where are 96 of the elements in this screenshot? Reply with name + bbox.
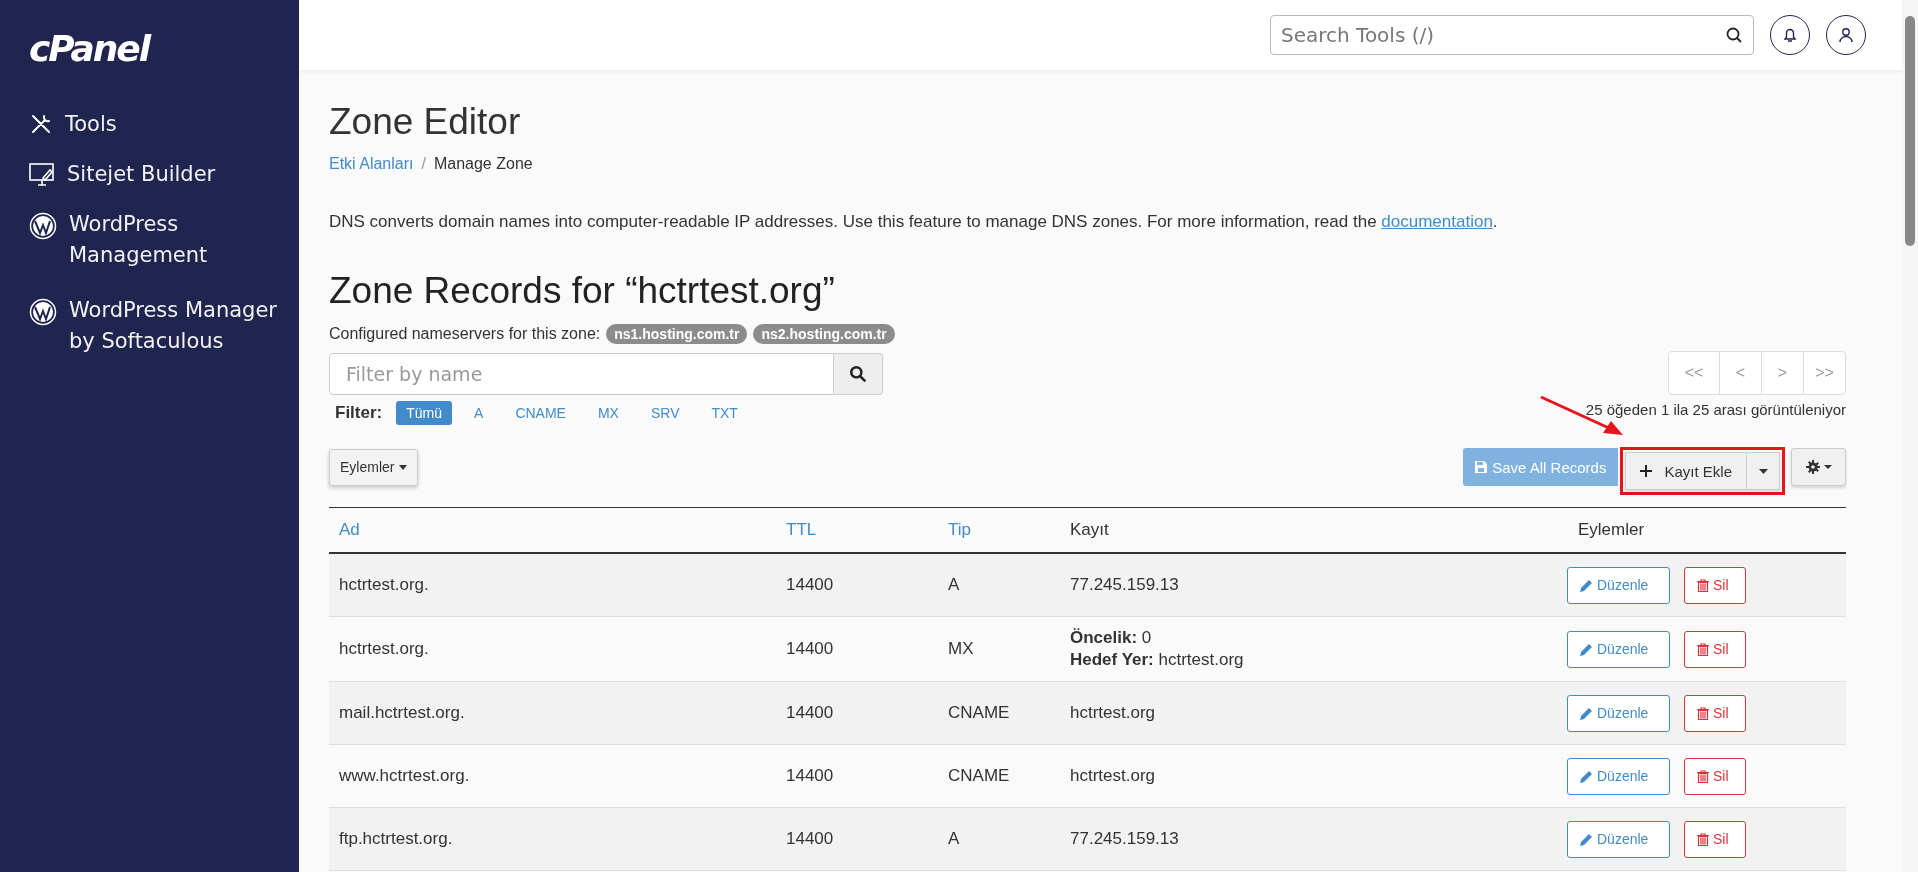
edit-button[interactable]: Düzenle: [1567, 757, 1670, 795]
delete-button[interactable]: Sil: [1684, 820, 1746, 858]
table-cell: hctrtest.org.: [339, 639, 429, 658]
floppy-icon: [1475, 461, 1488, 473]
item-count: 25 öğeden 1 ila 25 arası görüntüleniyor: [1585, 400, 1846, 418]
trash-icon: [1697, 642, 1709, 656]
filter-tab[interactable]: Tümü: [396, 401, 453, 425]
column-header: Kayıt: [1070, 520, 1109, 539]
wordpress-icon: [29, 212, 57, 240]
edit-button[interactable]: Düzenle: [1567, 694, 1670, 732]
nameservers-label: Configured nameservers for this zone:: [329, 325, 601, 343]
breadcrumb-current: Manage Zone: [433, 154, 533, 174]
filter-tab[interactable]: CNAME: [505, 401, 576, 425]
edit-button[interactable]: Düzenle: [1567, 820, 1670, 858]
filter-tab[interactable]: MX: [587, 401, 629, 425]
add-record-button[interactable]: Kayıt Ekle: [1625, 452, 1747, 490]
table-cell: 14400: [786, 703, 834, 722]
record-line: 77.245.159.13: [1070, 828, 1180, 850]
table-cell: mail.hctrtest.org.: [339, 703, 465, 722]
record-line: hctrtest.org: [1070, 765, 1157, 787]
page-button[interactable]: <<: [1669, 352, 1719, 394]
search-icon: [1726, 27, 1742, 43]
filter-tab[interactable]: A: [464, 401, 494, 425]
documentation-link[interactable]: documentation: [1381, 212, 1493, 231]
page-title: Zone Editor: [329, 100, 522, 144]
trash-icon: [1697, 706, 1709, 720]
edit-button[interactable]: Düzenle: [1567, 566, 1670, 604]
delete-button[interactable]: Sil: [1684, 694, 1746, 732]
page-button[interactable]: >: [1761, 352, 1803, 394]
table-cell: A: [948, 829, 960, 848]
pencil-icon: [1580, 578, 1593, 592]
actions-dropdown[interactable]: Eylemler: [329, 448, 419, 486]
scrollbar[interactable]: [1902, 0, 1918, 872]
record-line: Öncelik: 0: [1070, 627, 1153, 649]
table-cell: www.hctrtest.org.: [339, 766, 470, 785]
delete-button[interactable]: Sil: [1684, 630, 1746, 668]
pencil-icon: [1580, 769, 1593, 783]
user-icon: [1838, 27, 1854, 43]
sidebar-item[interactable]: Sitejet Builder: [29, 159, 299, 190]
search-icon: [849, 365, 867, 383]
table-cell: ftp.hctrtest.org.: [339, 829, 453, 848]
nameserver-badge: ns2.hosting.com.tr: [753, 324, 895, 344]
column-header[interactable]: TTL: [786, 520, 817, 539]
record-line: 77.245.159.13: [1070, 574, 1180, 596]
breadcrumb-separator: /: [421, 154, 426, 174]
filter-tab[interactable]: SRV: [640, 401, 690, 425]
table-cell: 14400: [786, 829, 834, 848]
edit-button[interactable]: Düzenle: [1567, 630, 1670, 668]
user-button[interactable]: [1826, 15, 1866, 55]
pencil-icon: [1580, 706, 1593, 720]
monitor-icon: [29, 162, 55, 188]
filter-label: Filter:: [335, 403, 383, 423]
settings-icon: [1805, 460, 1832, 474]
sidebar-item[interactable]: Tools: [29, 109, 299, 140]
table-cell: hctrtest.org.: [339, 575, 429, 594]
pencil-icon: [1580, 832, 1593, 846]
tools-icon: [29, 112, 53, 136]
column-header: Eylemler: [1578, 520, 1645, 539]
trash-icon: [1697, 769, 1709, 783]
filter-tab[interactable]: TXT: [701, 401, 748, 425]
pencil-icon: [1580, 642, 1593, 656]
caret-icon: [399, 464, 408, 470]
page-button[interactable]: <: [1719, 352, 1761, 394]
table-cell: CNAME: [948, 703, 1010, 722]
table-cell: CNAME: [948, 766, 1010, 785]
settings-button[interactable]: [1791, 448, 1846, 486]
caret-icon: [1758, 468, 1768, 474]
column-header[interactable]: Tip: [948, 520, 971, 539]
filter-field[interactable]: Filter by name: [329, 353, 834, 395]
trash-icon: [1697, 578, 1709, 592]
search-button[interactable]: [834, 353, 883, 395]
trash-icon: [1697, 832, 1709, 846]
table-cell: 14400: [786, 575, 834, 594]
wordpress-icon: [29, 298, 57, 326]
breadcrumb-link[interactable]: Etki Alanları: [329, 154, 414, 174]
notifications-button[interactable]: [1770, 15, 1810, 55]
table-cell: A: [948, 575, 960, 594]
bell-icon: [1782, 27, 1798, 43]
description: DNS converts domain names into computer-readable IP addresses. Use this feature to manage DNS zones. For more information, read the documentation.: [329, 211, 1499, 233]
record-line: hctrtest.org: [1070, 702, 1157, 724]
table-cell: MX: [948, 639, 974, 658]
dropdown-toggle[interactable]: [1747, 452, 1780, 490]
nameserver-badge: ns1.hosting.com.tr: [606, 324, 748, 344]
sidebar-item[interactable]: WordPress Management: [29, 209, 299, 276]
table-cell: 14400: [786, 766, 834, 785]
delete-button[interactable]: Sil: [1684, 566, 1746, 604]
column-header[interactable]: Ad: [339, 520, 360, 539]
sidebar-item[interactable]: WordPress Manager by Softaculous: [29, 295, 299, 362]
page-button[interactable]: >>: [1803, 352, 1845, 394]
plus-icon: [1640, 465, 1653, 477]
logo[interactable]: cPanel: [29, 28, 150, 69]
search-field[interactable]: Search Tools (/): [1270, 15, 1754, 55]
delete-button[interactable]: Sil: [1684, 757, 1746, 795]
table-cell: 14400: [786, 639, 834, 658]
zone-heading: Zone Records for “hctrtest.org”: [329, 269, 836, 313]
record-line: Hedef Yer: hctrtest.org: [1070, 649, 1245, 671]
